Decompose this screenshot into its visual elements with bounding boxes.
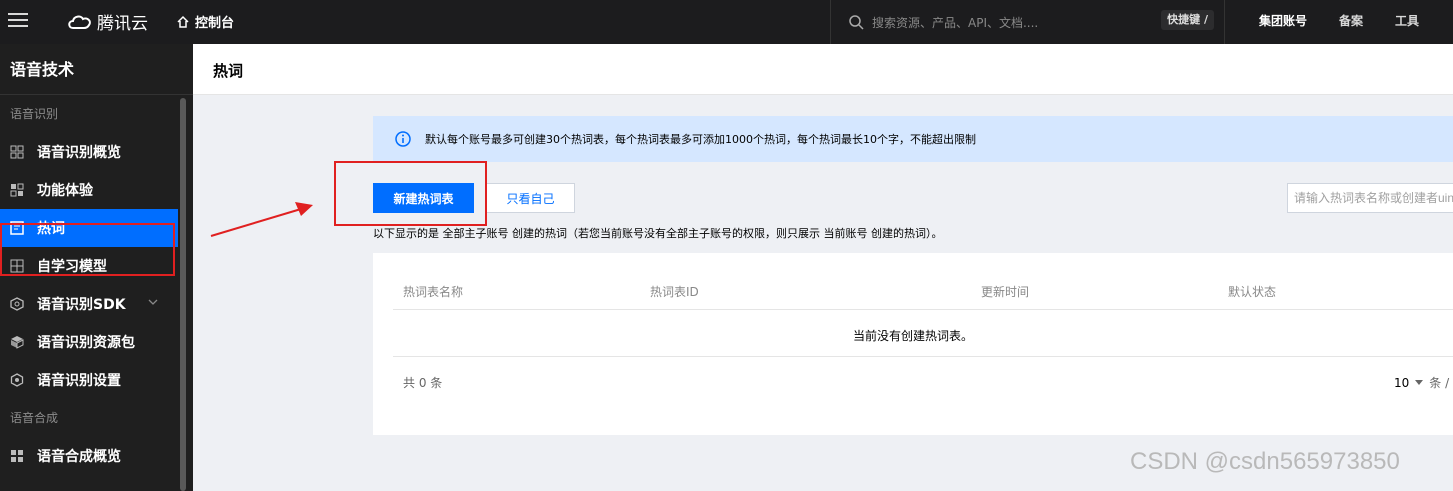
notice-text: 默认每个账号最多可创建30个热词表，每个热词表最多可添加1000个热词，每个热词… — [425, 133, 976, 146]
icp-filing-link[interactable]: 备案 — [1339, 12, 1363, 29]
column-header-default-status[interactable]: 默认状态 — [1228, 283, 1276, 300]
console-label: 控制台 — [195, 16, 235, 31]
tools-link[interactable]: 工具 — [1395, 12, 1419, 29]
sidebar-item-resource-package[interactable]: 语音识别资源包 — [0, 323, 193, 361]
annotation-box-sidebar — [0, 223, 175, 276]
shortcut-key-badge[interactable]: 快捷键 / — [1161, 10, 1214, 30]
cloud-logo-icon — [68, 15, 91, 29]
sidebar-item-label: 语音合成概览 — [37, 449, 121, 465]
empty-state-text: 当前没有创建热词表。 — [852, 329, 973, 343]
watermark: CSDN @csdn565973850 — [1130, 448, 1400, 475]
page-size-unit: 条 / — [1429, 376, 1450, 390]
sidebar-item-feature-demo[interactable]: 功能体验 — [0, 171, 193, 209]
global-search-input[interactable]: 搜索资源、产品、API、文档.... 快捷键 / — [830, 0, 1225, 44]
column-header-id[interactable]: 热词表ID — [650, 283, 699, 300]
settings-icon — [10, 373, 24, 387]
hotword-table: 热词表名称 热词表ID 更新时间 默认状态 当前没有创建热词表。 共 0 条 1… — [373, 253, 1453, 435]
search-icon — [849, 15, 864, 30]
info-icon — [395, 131, 411, 147]
top-navigation-bar: 腾讯云 控制台 搜索资源、产品、API、文档.... 快捷键 / 集团账号 备案… — [0, 0, 1453, 44]
overview-grid-icon — [10, 145, 24, 159]
sidebar-item-label: 语音识别资源包 — [37, 335, 135, 351]
console-home-link[interactable]: 控制台 — [176, 12, 234, 31]
apps-icon — [10, 183, 24, 197]
sidebar-item-asr-settings[interactable]: 语音识别设置 — [0, 361, 193, 399]
sidebar-item-label: 功能体验 — [37, 183, 93, 199]
table-footer-divider — [393, 356, 1453, 357]
annotation-arrow — [210, 202, 313, 237]
hotword-table-search-input[interactable] — [1287, 183, 1453, 213]
total-count: 共 0 条 — [403, 376, 443, 390]
page-size-value: 10 — [1394, 375, 1410, 390]
chevron-down-icon[interactable] — [148, 297, 158, 307]
sidebar-item-tts-overview[interactable]: 语音合成概览 — [0, 437, 193, 475]
package-icon — [11, 336, 24, 349]
page-title: 热词 — [213, 62, 244, 80]
only-mine-button[interactable]: 只看自己 — [486, 183, 575, 213]
sidebar-item-label: 语音识别设置 — [37, 373, 121, 389]
sdk-icon — [10, 297, 24, 311]
sidebar-scrollbar[interactable] — [180, 98, 186, 491]
sidebar-item-label: 语音识别SDK — [37, 297, 126, 313]
section-label-asr: 语音识别 — [10, 107, 59, 121]
tencent-cloud-logo[interactable]: 腾讯云 — [67, 9, 148, 34]
section-label-tts: 语音合成 — [10, 411, 59, 425]
group-account-link[interactable]: 集团账号 — [1259, 12, 1307, 29]
overview-grid-icon — [11, 450, 23, 462]
sidebar-item-asr-overview[interactable]: 语音识别概览 — [0, 133, 193, 171]
column-header-name[interactable]: 热词表名称 — [403, 283, 463, 300]
sidebar-title: 语音技术 — [0, 44, 193, 95]
page-size-select[interactable]: 10 条 / — [1394, 374, 1449, 391]
sidebar-item-label: 语音识别概览 — [37, 145, 121, 161]
table-header-divider — [393, 309, 1453, 310]
info-notice-banner: 默认每个账号最多可创建30个热词表，每个热词表最多可添加1000个热词，每个热词… — [373, 116, 1453, 162]
sidebar-item-asr-sdk[interactable]: 语音识别SDK — [0, 285, 193, 323]
annotation-box-create-button — [334, 161, 487, 226]
home-icon — [177, 15, 189, 28]
column-header-updated[interactable]: 更新时间 — [981, 283, 1029, 300]
scope-description: 以下显示的是 全部主子账号 创建的热词（若您当前账号没有全部主子账号的权限，则只… — [373, 227, 943, 240]
hamburger-menu-icon[interactable] — [8, 10, 28, 30]
logo-text: 腾讯云 — [97, 14, 148, 34]
search-placeholder: 搜索资源、产品、API、文档.... — [872, 15, 1039, 30]
caret-down-icon — [1415, 380, 1424, 385]
page-header: 热词 — [193, 44, 1453, 95]
